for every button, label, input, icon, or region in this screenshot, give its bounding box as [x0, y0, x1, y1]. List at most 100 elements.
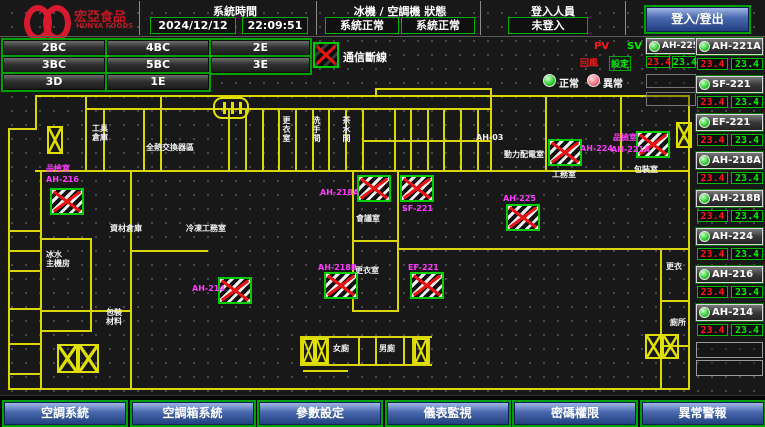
sv-value: 23.4 — [672, 56, 696, 68]
bottom-button-參數設定[interactable]: 參數設定 — [259, 402, 381, 425]
login-status-value: 未登入 — [508, 17, 588, 34]
wall — [160, 95, 162, 172]
ahu-unit-marker[interactable] — [548, 139, 582, 166]
system-date-value: 2024/12/12 — [150, 17, 236, 34]
empty-slot — [646, 92, 696, 106]
ahu-unit-marker[interactable] — [50, 188, 84, 215]
room-label: 會議室 — [356, 214, 380, 223]
ahu-unit-marker[interactable] — [357, 175, 391, 202]
pv-sub-label: 回風 — [580, 56, 598, 69]
bottom-button-空調系統[interactable]: 空調系統 — [4, 402, 126, 425]
header-rule — [0, 36, 765, 37]
status-led-icon — [699, 79, 710, 90]
floor-button-2E[interactable]: 2E — [211, 40, 310, 56]
normal-label: 正常 — [559, 75, 579, 90]
wall — [85, 108, 492, 110]
wall — [8, 343, 42, 345]
room-label: 冰水 主機房 — [46, 250, 70, 268]
wall — [85, 95, 87, 172]
wall — [358, 336, 360, 366]
stair-x-symbol — [676, 122, 692, 148]
ahu-unit-marker[interactable] — [400, 175, 434, 202]
equipment-button-AH-221A[interactable]: AH-221A — [696, 38, 763, 55]
wall — [278, 108, 280, 172]
bottom-button-密碼權限[interactable]: 密碼權限 — [514, 402, 636, 425]
equipment-button-AH-218A[interactable]: AH-218A — [696, 152, 763, 169]
equipment-button-EF-221[interactable]: EF-221 — [696, 114, 763, 131]
floor-button-3D[interactable]: 3D — [3, 74, 105, 90]
wall — [375, 336, 377, 366]
status-led-icon — [699, 231, 710, 242]
room-label: 更衣 — [666, 262, 682, 271]
bottom-button-儀表監視[interactable]: 儀表監視 — [387, 402, 509, 425]
floor-button-5BC[interactable]: 5BC — [107, 57, 209, 73]
login-logout-button[interactable]: 登入/登出 — [646, 7, 749, 32]
equipment-button-AH-216[interactable]: AH-216 — [696, 266, 763, 283]
floor-button-2BC[interactable]: 2BC — [3, 40, 105, 56]
pv-value: 23.4 — [646, 56, 670, 68]
stair-x-symbol — [302, 338, 315, 364]
logo-subtitle: HUNYA FOODS — [76, 22, 133, 30]
status-led-icon — [699, 193, 710, 204]
wall — [8, 270, 42, 272]
system-time-value: 22:09:51 — [242, 17, 308, 34]
equipment-button-SF-221[interactable]: SF-221 — [696, 76, 763, 93]
wall — [403, 336, 405, 366]
room-label: 全熱交換器區 — [146, 143, 194, 152]
ahu-unit-marker[interactable] — [506, 204, 540, 231]
equipment-button-AH-214[interactable]: AH-214 — [696, 304, 763, 321]
room-label: 動力配電室 — [504, 150, 544, 159]
wall — [143, 108, 145, 172]
wall — [428, 336, 430, 366]
status-led-icon — [699, 117, 710, 128]
equipment-name: AH-221A — [712, 41, 761, 52]
wall — [40, 170, 42, 390]
unit-label: EF-221 — [408, 263, 439, 272]
unit-label: SF-221 — [402, 204, 433, 213]
equipment-name: AH-218B — [712, 193, 761, 204]
floor-button-4BC[interactable]: 4BC — [107, 40, 209, 56]
bottom-button-異常警報[interactable]: 異常警報 — [642, 402, 764, 425]
ahu-unit-marker[interactable] — [324, 272, 358, 299]
unit-label: AH-214 — [192, 284, 225, 293]
wall — [397, 248, 690, 250]
wall — [328, 108, 330, 172]
equipment-name: EF-221 — [712, 117, 750, 128]
pv-value: 23.4 — [697, 324, 728, 336]
unit-label: 品檢室 — [613, 133, 637, 142]
header-divider — [480, 1, 481, 35]
header-divider — [316, 1, 317, 35]
bottom-button-空調箱系統[interactable]: 空調箱系統 — [132, 402, 254, 425]
wall — [40, 330, 92, 332]
equipment-button-AH-218B[interactable]: AH-218B — [696, 190, 763, 207]
equipment-button-AH-224[interactable]: AH-224 — [696, 228, 763, 245]
equipment-button-AH-225[interactable]: AH-225 — [646, 38, 696, 54]
ahu-unit-marker[interactable] — [410, 272, 444, 299]
wall — [375, 88, 492, 90]
floor-button-3E[interactable]: 3E — [211, 57, 310, 73]
wall — [303, 370, 348, 372]
pv-header-label: PV — [594, 41, 609, 52]
sv-sub-label: 設定 — [609, 56, 631, 71]
sv-value: 23.4 — [731, 324, 763, 336]
equipment-name: AH-216 — [712, 269, 753, 280]
wall — [8, 128, 10, 390]
floor-button-1E[interactable]: 1E — [107, 74, 209, 90]
sv-value: 23.4 — [731, 134, 763, 146]
ac-status-value: 系統正常 — [401, 17, 475, 34]
wall — [130, 170, 132, 388]
sv-value: 23.4 — [731, 286, 763, 298]
equipment-name: SF-221 — [712, 79, 751, 90]
stair-x-symbol — [662, 334, 679, 359]
equipment-name: AH-225 — [662, 41, 699, 51]
wall — [352, 310, 399, 312]
empty-slot — [646, 74, 696, 88]
pv-value: 23.4 — [697, 96, 728, 108]
pv-value: 23.4 — [697, 134, 728, 146]
wall — [35, 95, 492, 97]
floor-button-3BC[interactable]: 3BC — [3, 57, 105, 73]
room-label: 更衣室 — [355, 266, 379, 275]
wall — [8, 128, 37, 130]
room-label: AH-03 — [476, 133, 503, 142]
stair-x-symbol — [645, 334, 662, 359]
